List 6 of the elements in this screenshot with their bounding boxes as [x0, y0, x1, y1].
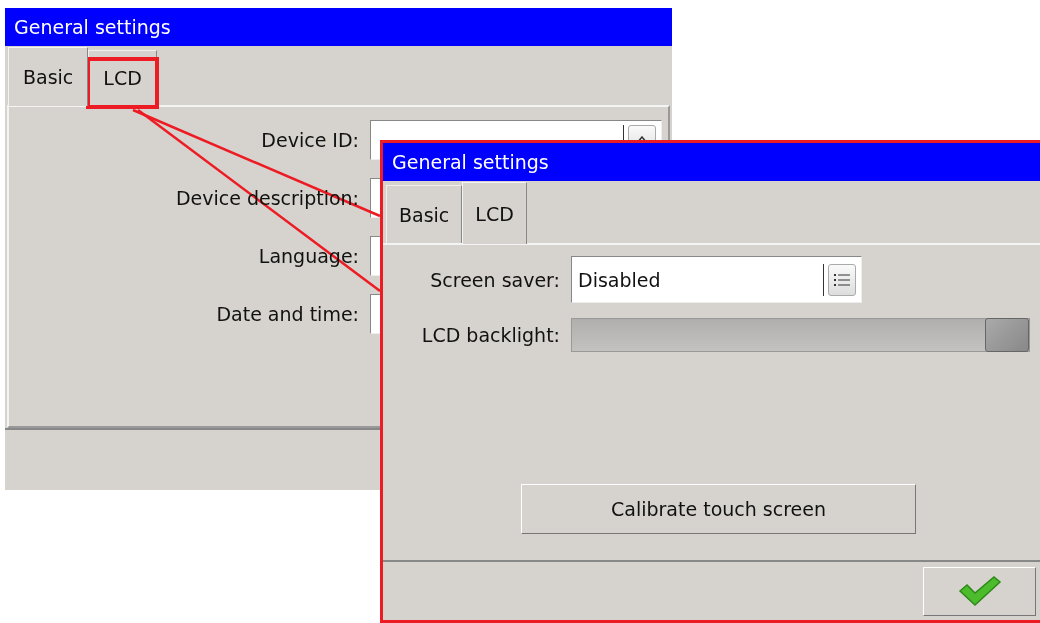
window-title: General settings — [383, 143, 1040, 181]
field-label: Screen saver: — [429, 268, 560, 291]
field-label: Device ID: — [260, 129, 359, 151]
field-label: Date and time: — [215, 303, 359, 325]
window-title: General settings — [5, 8, 672, 46]
field-label: LCD backlight: — [420, 324, 560, 346]
